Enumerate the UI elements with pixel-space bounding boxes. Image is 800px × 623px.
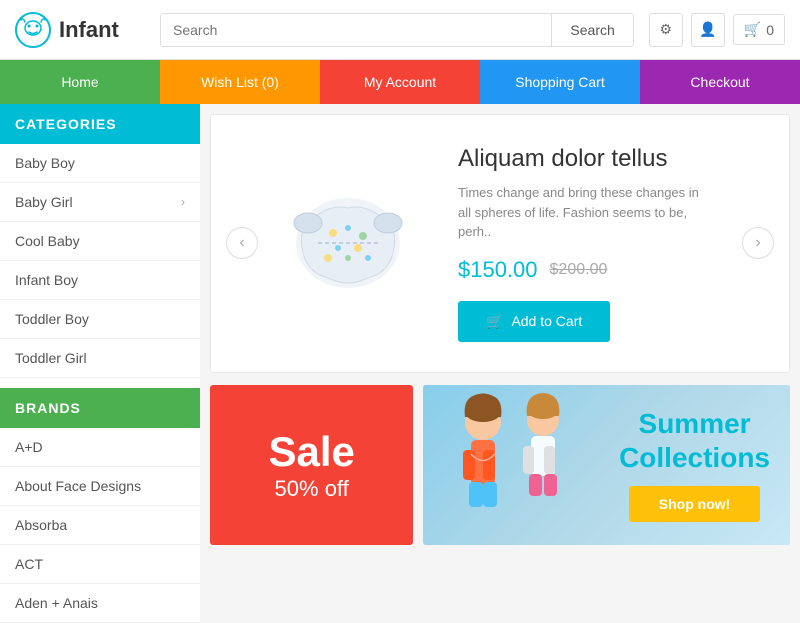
sidebar-item-toddler-boy[interactable]: Toddler Boy: [0, 300, 200, 339]
slider-prev-button[interactable]: ‹: [226, 227, 258, 259]
cart-count: 0: [766, 22, 774, 38]
nav-home[interactable]: Home: [0, 60, 160, 104]
search-bar: Search: [160, 13, 634, 47]
sidebar-item-label: Infant Boy: [15, 272, 78, 288]
sidebar-item-label: Toddler Boy: [15, 311, 89, 327]
chevron-right-icon: ›: [181, 195, 185, 209]
sidebar-item-toddler-girl[interactable]: Toddler Girl: [0, 339, 200, 378]
account-button[interactable]: 👤: [691, 13, 725, 47]
sidebar-item-label: A+D: [15, 439, 43, 455]
add-to-cart-label: Add to Cart: [511, 313, 582, 329]
nav-checkout[interactable]: Checkout: [640, 60, 800, 104]
brands-title: BRANDS: [0, 388, 200, 428]
product-info: Aliquam dolor tellus Times change and br…: [438, 135, 722, 352]
sidebar-item-label: Baby Girl: [15, 194, 73, 210]
sidebar-item-label: Baby Boy: [15, 155, 75, 171]
sidebar-item-absorba[interactable]: Absorba: [0, 506, 200, 545]
price-old: $200.00: [550, 261, 608, 279]
product-image-area: [278, 178, 418, 308]
sidebar-item-label: About Face Designs: [15, 478, 141, 494]
kids-svg: [433, 385, 593, 542]
gear-icon: ⚙: [659, 21, 672, 38]
shop-now-button[interactable]: Shop now!: [629, 486, 761, 522]
nav-account[interactable]: My Account: [320, 60, 480, 104]
banner-sale[interactable]: Sale 50% off: [210, 385, 413, 545]
cart-button[interactable]: 🛒 0: [733, 14, 785, 45]
nav-cart[interactable]: Shopping Cart: [480, 60, 640, 104]
price-current: $150.00: [458, 257, 538, 283]
banners: Sale 50% off: [210, 385, 790, 545]
kids-figures: [433, 385, 593, 545]
main-layout: CATEGORIES Baby Boy Baby Girl › Cool Bab…: [0, 104, 800, 623]
settings-button[interactable]: ⚙: [649, 13, 683, 47]
main-nav: Home Wish List (0) My Account Shopping C…: [0, 60, 800, 104]
logo-text: Infant: [59, 17, 119, 43]
header-icons: ⚙ 👤 🛒 0: [649, 13, 785, 47]
sidebar-item-label: Absorba: [15, 517, 67, 533]
sidebar-item-baby-girl[interactable]: Baby Girl ›: [0, 183, 200, 222]
add-to-cart-button[interactable]: 🛒 Add to Cart: [458, 301, 610, 342]
sidebar-item-apd[interactable]: A+D: [0, 428, 200, 467]
search-input[interactable]: [161, 14, 551, 46]
featured-slider: ‹: [210, 114, 790, 373]
summer-title: Summer Collections: [619, 407, 770, 474]
cart-icon: 🛒: [744, 21, 761, 38]
product-title: Aliquam dolor tellus: [458, 145, 702, 173]
sidebar-item-label: Aden + Anais: [15, 595, 98, 611]
sidebar-item-label: Toddler Girl: [15, 350, 87, 366]
slider-next-button[interactable]: ›: [742, 227, 774, 259]
sidebar-item-act[interactable]: ACT: [0, 545, 200, 584]
sidebar-item-baby-boy[interactable]: Baby Boy: [0, 144, 200, 183]
sidebar-item-cool-baby[interactable]: Cool Baby: [0, 222, 200, 261]
product-price: $150.00 $200.00: [458, 257, 702, 283]
sidebar-item-about-face[interactable]: About Face Designs: [0, 467, 200, 506]
user-icon: 👤: [699, 21, 716, 38]
header: Infant Search ⚙ 👤 🛒 0: [0, 0, 800, 60]
search-button[interactable]: Search: [551, 14, 632, 46]
nav-wishlist[interactable]: Wish List (0): [160, 60, 320, 104]
banner-summer[interactable]: Summer Collections Shop now!: [423, 385, 790, 545]
product-image: [283, 178, 413, 308]
sale-subtext: 50% off: [275, 476, 349, 502]
product-description: Times change and bring these changes in …: [458, 183, 702, 242]
sidebar-item-label: Cool Baby: [15, 233, 80, 249]
logo: Infant: [15, 12, 145, 48]
logo-icon: [15, 12, 51, 48]
categories-title: CATEGORIES: [0, 104, 200, 144]
sidebar-item-infant-boy[interactable]: Infant Boy: [0, 261, 200, 300]
sale-text: Sale: [268, 428, 354, 476]
cart-icon: 🛒: [486, 313, 503, 330]
content-area: ‹: [200, 104, 800, 623]
sidebar: CATEGORIES Baby Boy Baby Girl › Cool Bab…: [0, 104, 200, 623]
summer-text: Summer Collections Shop now!: [619, 407, 770, 522]
sidebar-item-label: ACT: [15, 556, 43, 572]
